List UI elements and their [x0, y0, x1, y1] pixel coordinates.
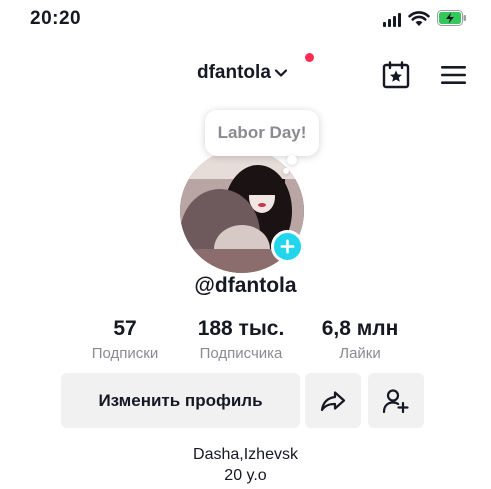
- plus-icon: [280, 239, 295, 254]
- wifi-icon: [408, 11, 430, 26]
- notification-dot: [305, 53, 314, 62]
- cellular-signal-icon: [383, 13, 403, 27]
- add-friend-icon: [382, 388, 409, 413]
- stat-likes-label: Лайки: [339, 345, 381, 362]
- calendar-star-icon[interactable]: [382, 61, 410, 89]
- stat-followers-value: 188 тыс.: [197, 317, 285, 340]
- hamburger-menu-icon[interactable]: [441, 65, 466, 85]
- share-arrow-icon: [320, 390, 346, 411]
- stat-followers[interactable]: 188 тыс. Подписчика: [184, 316, 298, 364]
- profile-switcher[interactable]: dfantola: [197, 62, 288, 84]
- stat-following[interactable]: 57 Подписки: [70, 316, 180, 364]
- stat-following-value: 57: [113, 317, 137, 340]
- stat-likes[interactable]: 6,8 млн Лайки: [305, 316, 415, 364]
- status-time: 20:20: [30, 8, 82, 29]
- bio-line-2: 20 y.o: [224, 467, 267, 484]
- bio-line-1: Dasha,Izhevsk: [193, 446, 298, 463]
- battery-charging-icon: [437, 10, 466, 26]
- tooltip-tail-small: [283, 168, 289, 174]
- profile-handle: @dfantola: [194, 274, 297, 297]
- share-profile-button[interactable]: [305, 373, 361, 428]
- add-story-button[interactable]: [271, 230, 304, 263]
- stat-followers-label: Подписчика: [199, 345, 283, 362]
- header-username: dfantola: [197, 62, 271, 83]
- add-friend-button[interactable]: [368, 373, 424, 428]
- chevron-down-icon: [274, 69, 287, 77]
- tooltip-bubble: Labor Day!: [205, 110, 319, 156]
- edit-profile-button[interactable]: Изменить профиль: [61, 373, 300, 428]
- stat-following-label: Подписки: [91, 345, 159, 362]
- stat-likes-value: 6,8 млн: [321, 317, 399, 340]
- tooltip-tail: [287, 155, 297, 165]
